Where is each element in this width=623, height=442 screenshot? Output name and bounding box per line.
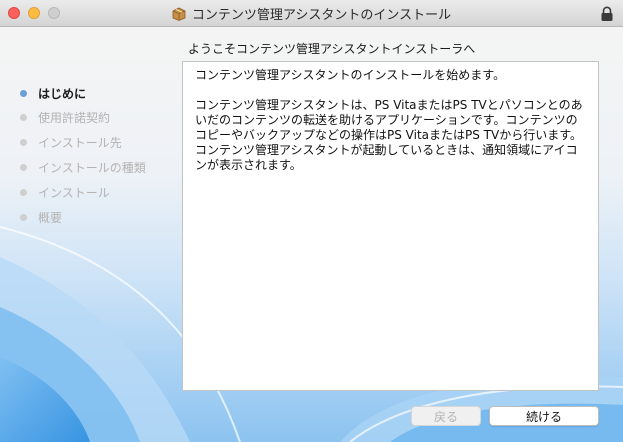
intro-paragraph-1: コンテンツ管理アシスタントのインストールを始めます。 xyxy=(195,68,506,82)
step-label: インストール先 xyxy=(38,135,122,150)
title-bar[interactable]: コンテンツ管理アシスタントのインストール xyxy=(0,0,623,27)
intro-text-panel[interactable]: コンテンツ管理アシスタントのインストールを始めます。 コンテンツ管理アシスタント… xyxy=(182,61,599,391)
lock-icon xyxy=(601,6,613,21)
step-indicator-dot xyxy=(20,213,27,221)
step-indicator-dot xyxy=(20,138,27,146)
step-destination: インストール先 xyxy=(20,133,122,151)
step-indicator-dot xyxy=(20,89,27,97)
step-label: はじめに xyxy=(38,86,87,101)
installer-content: はじめに 使用許諾契約 インストール先 インストールの種類 インストール 概要 xyxy=(0,27,623,442)
step-indicator-dot xyxy=(20,113,27,121)
installer-steps-sidebar: はじめに 使用許諾契約 インストール先 インストールの種類 インストール 概要 xyxy=(0,27,180,442)
step-installation-type: インストールの種類 xyxy=(20,158,146,176)
step-label: インストールの種類 xyxy=(38,160,146,175)
step-indicator-dot xyxy=(20,163,27,171)
installer-window: コンテンツ管理アシスタントのインストール はじめに 使用許諾契約 インストール先… xyxy=(0,0,623,442)
step-label: インストール xyxy=(38,185,110,200)
continue-button[interactable]: 続ける xyxy=(489,406,599,426)
step-summary: 概要 xyxy=(20,208,62,226)
intro-paragraph-2: コンテンツ管理アシスタントは、PS VitaまたはPS TVとパソコンとのあ い… xyxy=(195,98,583,172)
step-label: 概要 xyxy=(38,210,63,225)
step-license: 使用許諾契約 xyxy=(20,108,110,126)
back-button[interactable]: 戻る xyxy=(411,406,481,426)
window-title-group: コンテンツ管理アシスタントのインストール xyxy=(0,0,623,27)
step-indicator-dot xyxy=(20,188,27,196)
step-installation: インストール xyxy=(20,183,110,201)
package-icon xyxy=(172,7,186,21)
page-heading: ようこそコンテンツ管理アシスタントインストーラへ xyxy=(188,42,476,56)
step-introduction: はじめに xyxy=(20,84,86,102)
window-title: コンテンツ管理アシスタントのインストール xyxy=(191,8,452,23)
step-label: 使用許諾契約 xyxy=(38,110,111,125)
